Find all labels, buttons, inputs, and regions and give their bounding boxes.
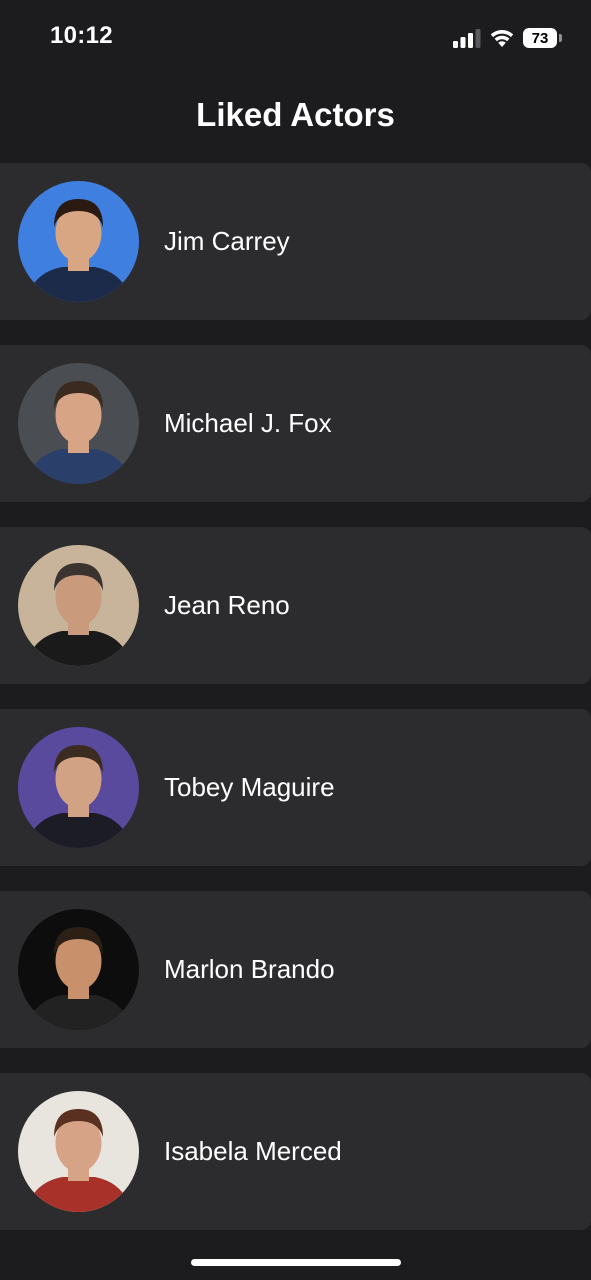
actor-avatar [18, 545, 139, 666]
actor-name: Marlon Brando [164, 954, 335, 984]
status-time: 10:12 [50, 22, 113, 49]
signal-icon [453, 29, 481, 48]
status-bar: 10:12 73 [0, 0, 591, 76]
wifi-icon [490, 30, 514, 47]
status-icons: 73 [453, 24, 563, 52]
actor-name: Jean Reno [164, 590, 290, 620]
actor-card[interactable]: Michael J. Fox [0, 345, 591, 502]
actor-list: Jim Carrey Michael J. Fox Jean Reno Tobe… [0, 163, 591, 1255]
actor-name: Jim Carrey [164, 226, 290, 256]
actor-name: Michael J. Fox [164, 408, 332, 438]
actor-avatar [18, 727, 139, 848]
actor-name: Isabela Merced [164, 1136, 342, 1166]
actor-card[interactable]: Marlon Brando [0, 891, 591, 1048]
battery-icon: 73 [523, 27, 563, 49]
actor-avatar [18, 1091, 139, 1212]
actor-avatar [18, 363, 139, 484]
home-indicator[interactable] [191, 1259, 401, 1266]
page-title: Liked Actors [196, 96, 395, 133]
actor-card[interactable]: Jean Reno [0, 527, 591, 684]
battery-level: 73 [523, 28, 557, 48]
actor-card[interactable]: Isabela Merced [0, 1073, 591, 1230]
actor-card[interactable]: Jim Carrey [0, 163, 591, 320]
battery-cap [559, 34, 562, 42]
actor-name: Tobey Maguire [164, 772, 335, 802]
actor-card[interactable]: Tobey Maguire [0, 709, 591, 866]
actor-avatar [18, 181, 139, 302]
actor-avatar [18, 909, 139, 1030]
